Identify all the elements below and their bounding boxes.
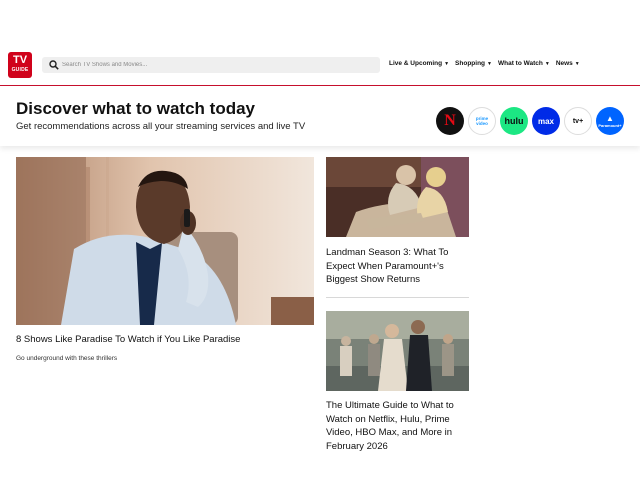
prime-video-icon[interactable]: prime video xyxy=(468,107,496,135)
nav-label: Live & Upcoming xyxy=(389,60,443,67)
nav-live-upcoming[interactable]: Live & Upcoming ▼ xyxy=(389,60,449,67)
hero-article-title[interactable]: 8 Shows Like Paradise To Watch if You Li… xyxy=(16,334,240,345)
netflix-label: N xyxy=(444,112,456,129)
max-icon[interactable]: max xyxy=(532,107,560,135)
article-divider xyxy=(326,297,469,298)
logo-line2: GUIDE xyxy=(11,67,29,73)
main-nav: Live & Upcoming ▼ Shopping ▼ What to Watch… xyxy=(389,60,580,67)
hulu-label: hulu xyxy=(504,116,524,126)
hulu-icon[interactable]: hulu xyxy=(500,107,528,135)
nav-label: What to Watch xyxy=(497,60,543,67)
search-bar[interactable] xyxy=(42,57,380,73)
ballroom-scene-photo xyxy=(326,311,469,391)
nav-what-to-watch[interactable]: What to Watch ▼ xyxy=(498,60,550,67)
tv-guide-logo[interactable]: TV GUIDE xyxy=(8,52,32,78)
nav-news[interactable]: News ▼ xyxy=(556,60,580,67)
apple-tv-icon[interactable]: tv+ xyxy=(564,107,592,135)
logo-line1: TV xyxy=(12,54,28,66)
discover-subtitle: Get recommendations across all your stre… xyxy=(16,121,306,132)
site-header: TV GUIDE Live & Upcoming▼ Shopping▼ What… xyxy=(0,40,640,86)
nav-label: News xyxy=(555,60,573,67)
paramount-plus-icon[interactable]: ▲ Paramount+ xyxy=(596,107,624,135)
max-label: max xyxy=(537,116,554,126)
man-on-phone-photo xyxy=(16,157,314,325)
landman-article-title[interactable]: Landman Season 3: What To Expect When Pa… xyxy=(326,246,471,287)
search-input[interactable] xyxy=(62,57,362,73)
hero-article-subtitle: Go underground with these thrillers xyxy=(16,355,118,362)
search-icon xyxy=(49,60,59,70)
what-to-watch-guide-title[interactable]: The Ultimate Guide to What to Watch on N… xyxy=(326,399,471,453)
netflix-icon[interactable]: N xyxy=(436,107,464,135)
streaming-services: N prime video hulu max tv+ ▲ Paramount+ xyxy=(436,107,624,135)
prime-video-label: prime video xyxy=(475,116,489,126)
discover-section: Discover what to watch today Get recomme… xyxy=(0,86,640,146)
chevron-down-icon: ▼ xyxy=(544,61,550,67)
hero-article-image[interactable] xyxy=(16,157,314,325)
mountain-icon: ▲ xyxy=(606,113,614,123)
nav-shopping[interactable]: Shopping ▼ xyxy=(455,60,492,67)
paramount-label: Paramount+ xyxy=(598,122,622,128)
what-to-watch-guide-image[interactable] xyxy=(326,311,469,391)
chevron-down-icon: ▼ xyxy=(487,61,492,67)
nav-label: Shopping xyxy=(455,60,486,67)
chevron-down-icon: ▼ xyxy=(444,61,450,67)
chevron-down-icon: ▼ xyxy=(574,61,580,67)
discover-title: Discover what to watch today xyxy=(16,99,255,118)
apple-tv-label: tv+ xyxy=(572,117,584,125)
landman-article-image[interactable] xyxy=(326,157,469,237)
couple-on-couch-photo xyxy=(326,157,469,237)
